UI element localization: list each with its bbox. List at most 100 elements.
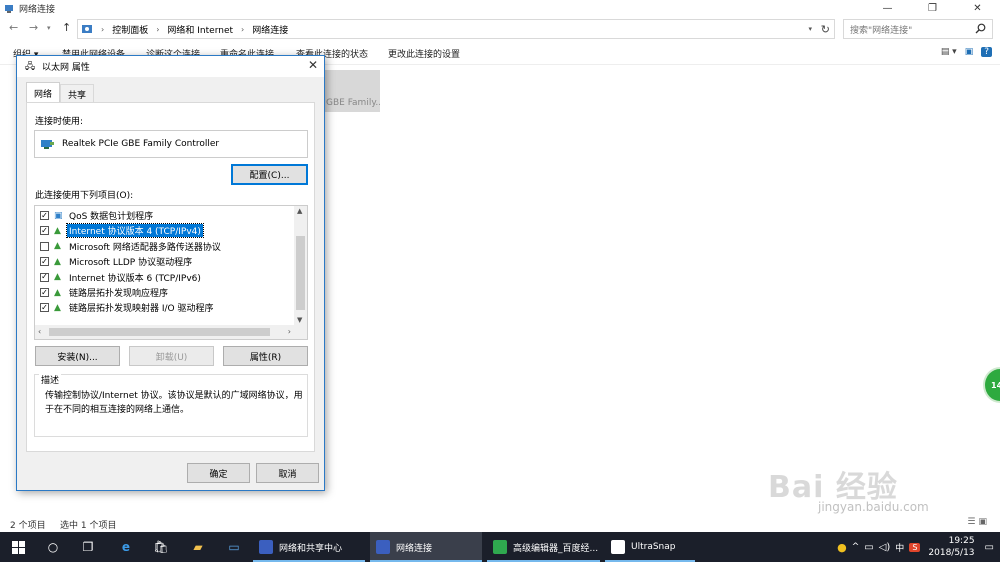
view-options: ▤ ▾ ▣ ? — [941, 47, 992, 57]
scroll-right-icon[interactable]: › — [288, 327, 291, 336]
sogou-input-icon[interactable]: S — [909, 542, 921, 552]
scroll-down-icon[interactable]: ▼ — [297, 316, 302, 324]
preview-pane-icon[interactable]: ▣ — [965, 47, 974, 57]
close-icon[interactable]: ✕ — [308, 58, 318, 72]
taskbar-app-label: 网络连接 — [396, 543, 433, 554]
ethernet-connection-item[interactable]: GBE Family... — [323, 70, 380, 112]
clock[interactable]: 19:25 2018/5/13 — [928, 535, 974, 559]
explorer-titlebar: 网络连接 — ❐ ✕ — [0, 0, 1000, 17]
address-dropdown-icon[interactable]: ▾ — [808, 25, 812, 33]
cortana-icon[interactable]: ○ — [45, 539, 61, 555]
refresh-icon[interactable]: ↻ — [821, 23, 830, 36]
list-item[interactable]: ▲ Microsoft 网络适配器多路传送器协议 — [35, 239, 293, 254]
tray-app-icon[interactable]: ● — [837, 541, 847, 554]
store-icon[interactable]: 🛍 — [153, 539, 169, 555]
minimize-button[interactable]: — — [865, 0, 910, 17]
properties-button[interactable]: 属性(R) — [223, 346, 308, 366]
tab-network[interactable]: 网络 — [26, 82, 61, 102]
connect-using-label: 连接时使用: — [35, 117, 84, 127]
status-bar: 2 个项目 选中 1 个项目 ☰▣ — [0, 514, 1000, 532]
horizontal-scrollbar[interactable]: ‹ › — [35, 325, 307, 339]
checkbox[interactable]: ✓ — [40, 226, 49, 236]
address-row: ← → ▾ ↑ › 控制面板 › 网络和 Internet › 网络连接 ▾ ↻… — [0, 18, 1000, 40]
configure-button[interactable]: 配置(C)... — [231, 164, 308, 185]
breadcrumb-separator-icon: › — [241, 24, 245, 34]
list-item[interactable]: ✓ ▲ Internet 协议版本 6 (TCP/IPv6) — [35, 270, 293, 285]
clock-date: 2018/5/13 — [928, 548, 975, 558]
breadcrumb-network-internet[interactable]: 网络和 Internet — [167, 23, 233, 36]
taskbar-app-button[interactable]: UltraSnap — [605, 532, 695, 562]
network-adapter-icon — [41, 139, 54, 149]
edge-browser-icon[interactable]: e — [118, 539, 134, 555]
explorer-title: 网络连接 — [19, 5, 56, 15]
show-hidden-icons-icon[interactable]: ^ — [852, 542, 860, 552]
help-icon[interactable]: ? — [981, 47, 992, 57]
forward-arrow-icon[interactable]: → — [29, 21, 38, 34]
back-arrow-icon[interactable]: ← — [9, 21, 18, 34]
list-item-label: QoS 数据包计划程序 — [69, 212, 154, 222]
breadcrumb-network-connections[interactable]: 网络连接 — [252, 23, 288, 36]
change-settings-command[interactable]: 更改此连接的设置 — [388, 47, 460, 60]
list-item[interactable]: ✓ ▣ QoS 数据包计划程序 — [35, 208, 293, 223]
search-icon[interactable] — [975, 23, 986, 34]
protocol-icon: ▲ — [54, 272, 61, 283]
components-list[interactable]: ✓ ▣ QoS 数据包计划程序 ✓ ▲ Internet 协议版本 4 (TCP/IPv4… — [34, 205, 308, 340]
address-bar[interactable]: › 控制面板 › 网络和 Internet › 网络连接 ▾ ↻ — [77, 19, 835, 39]
change-view-icon[interactable]: ▤ ▾ — [941, 47, 957, 57]
close-window-button[interactable]: ✕ — [955, 0, 1000, 17]
install-button[interactable]: 安装(N)... — [35, 346, 120, 366]
ime-indicator[interactable]: 中 — [895, 541, 904, 554]
taskbar-app-button[interactable]: 高级编辑器_百度经... — [487, 532, 600, 562]
baidu-watermark-url: jingyan.baidu.com — [818, 500, 929, 514]
list-item[interactable]: ✓ ▲ Microsoft LLDP 协议驱动程序 — [35, 254, 293, 269]
adapter-box: Realtek PCIe GBE Family Controller — [34, 130, 308, 158]
network-connections-icon — [5, 4, 13, 13]
notifications-icon[interactable]: ▭ — [985, 542, 994, 553]
list-item[interactable]: ✓ ▲ Internet 协议版本 4 (TCP/IPv4) — [35, 223, 293, 239]
clock-time: 19:25 — [948, 536, 975, 546]
task-view-icon[interactable]: ❐ — [80, 539, 96, 555]
checkbox[interactable] — [40, 241, 49, 251]
list-item[interactable]: ✓ ▲ 链路层拓扑发现映射器 I/O 驱动程序 — [35, 300, 293, 315]
recent-dropdown-icon[interactable]: ▾ — [47, 24, 51, 32]
ethernet-properties-dialog: 🖧 以太网 属性 ✕ 网络 共享 连接时使用: Realtek PCIe GBE… — [16, 55, 325, 491]
tab-sharing[interactable]: 共享 — [60, 84, 95, 102]
taskbar-app-label: 网络和共享中心 — [279, 543, 343, 554]
network-app-icon[interactable]: ▭ — [226, 539, 242, 555]
protocol-icon: ▲ — [54, 287, 61, 298]
taskbar-app-button[interactable]: 网络连接 — [370, 532, 482, 562]
checkbox[interactable]: ✓ — [40, 288, 49, 297]
windows-start-icon[interactable] — [10, 539, 26, 555]
up-arrow-icon[interactable]: ↑ — [62, 21, 71, 34]
taskbar-app-icon — [376, 540, 390, 554]
system-tray: ● ^ ▭ ◁) 中 S 19:25 2018/5/13 ▭ — [837, 532, 994, 562]
network-tray-icon[interactable]: ▭ — [864, 542, 873, 553]
scroll-thumb[interactable] — [296, 236, 305, 310]
qos-icon: ▣ — [54, 210, 63, 221]
breadcrumb-control-panel[interactable]: 控制面板 — [112, 23, 148, 36]
taskbar-app-button[interactable]: 网络和共享中心 — [253, 532, 365, 562]
cancel-button[interactable]: 取消 — [256, 463, 319, 483]
ok-button[interactable]: 确定 — [187, 463, 250, 483]
scroll-left-icon[interactable]: ‹ — [38, 327, 41, 336]
volume-icon[interactable]: ◁) — [879, 542, 891, 553]
h-scroll-thumb[interactable] — [49, 328, 270, 336]
scroll-up-icon[interactable]: ▲ — [297, 207, 302, 215]
search-input[interactable]: 搜索"网络连接" — [843, 19, 993, 39]
list-item[interactable]: ✓ ▲ 链路层拓扑发现响应程序 — [35, 285, 293, 300]
list-item-label: Microsoft 网络适配器多路传送器协议 — [69, 242, 221, 253]
dialog-titlebar[interactable]: 🖧 以太网 属性 ✕ — [17, 56, 324, 77]
ethernet-item-label: GBE Family... — [326, 98, 380, 108]
list-item-label: Internet 协议版本 6 (TCP/IPv6) — [69, 273, 201, 284]
layout-toggle-icons[interactable]: ☰▣ — [967, 517, 990, 527]
search-placeholder: 搜索"网络连接" — [850, 25, 913, 36]
restore-button[interactable]: ❐ — [910, 0, 955, 17]
description-title: 描述 — [39, 373, 62, 386]
checkbox[interactable]: ✓ — [40, 303, 49, 313]
checkbox[interactable]: ✓ — [40, 257, 49, 267]
vertical-scrollbar[interactable]: ▲ ▼ — [294, 206, 307, 325]
file-explorer-icon[interactable]: ▰ — [190, 539, 206, 555]
uninstall-button[interactable]: 卸载(U) — [129, 346, 214, 366]
checkbox[interactable]: ✓ — [40, 211, 49, 220]
checkbox[interactable]: ✓ — [40, 272, 49, 282]
